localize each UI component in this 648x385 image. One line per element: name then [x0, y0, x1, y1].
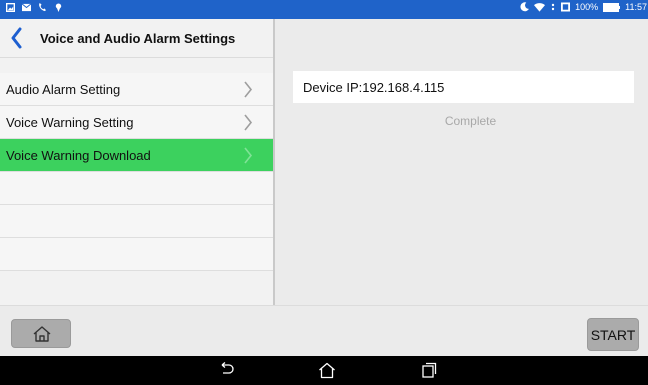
- home-icon: [33, 326, 51, 342]
- system-status: 100% 11:57: [520, 2, 648, 12]
- message-icon: [22, 3, 31, 12]
- device-ip-field: Device IP:192.168.4.115: [293, 71, 634, 103]
- menu-item-label: Voice Warning Download: [6, 148, 151, 163]
- sidebar-header: Voice and Audio Alarm Settings: [0, 19, 273, 58]
- empty-row: [0, 238, 273, 271]
- signal-dots-icon: [551, 3, 555, 11]
- bottom-toolbar: START: [0, 305, 648, 356]
- menu-item-voice-warning-setting[interactable]: Voice Warning Setting: [0, 106, 273, 139]
- home-nav-icon[interactable]: [318, 362, 336, 379]
- device-ip-text: Device IP:192.168.4.115: [303, 80, 445, 95]
- nfc-icon: [561, 2, 571, 12]
- menu-item-label: Voice Warning Setting: [6, 115, 134, 130]
- chevron-right-icon: [244, 147, 253, 164]
- notification-icons: [6, 3, 63, 12]
- back-arrow-icon[interactable]: [10, 27, 24, 49]
- page-title: Voice and Audio Alarm Settings: [40, 31, 236, 46]
- settings-sidebar: Voice and Audio Alarm Settings Audio Ala…: [0, 19, 273, 305]
- detail-panel: Device IP:192.168.4.115 Complete: [275, 19, 648, 305]
- download-status: Complete: [444, 114, 497, 128]
- clock: 11:57: [625, 2, 647, 12]
- home-button[interactable]: [11, 319, 71, 348]
- phone-icon: [39, 3, 47, 12]
- empty-row: [0, 172, 273, 205]
- system-navigation-bar: [0, 356, 648, 385]
- menu-item-label: Audio Alarm Setting: [6, 82, 121, 97]
- recent-apps-icon[interactable]: [421, 362, 437, 378]
- status-bar: 100% 11:57: [0, 0, 648, 19]
- wifi-icon: [534, 3, 546, 12]
- menu-item-voice-warning-download[interactable]: Voice Warning Download: [0, 139, 273, 172]
- battery-percent: 100%: [575, 2, 599, 12]
- settings-menu: Audio Alarm Setting Voice Warning Settin…: [0, 73, 273, 271]
- back-icon[interactable]: [218, 362, 235, 378]
- moon-icon: [520, 2, 530, 12]
- menu-item-audio-alarm-setting[interactable]: Audio Alarm Setting: [0, 73, 273, 106]
- start-button[interactable]: START: [587, 318, 639, 351]
- battery-icon: [603, 2, 621, 12]
- location-icon: [55, 3, 62, 12]
- chevron-right-icon: [244, 81, 253, 98]
- empty-row: [0, 205, 273, 238]
- gallery-icon: [6, 3, 15, 12]
- chevron-right-icon: [244, 114, 253, 131]
